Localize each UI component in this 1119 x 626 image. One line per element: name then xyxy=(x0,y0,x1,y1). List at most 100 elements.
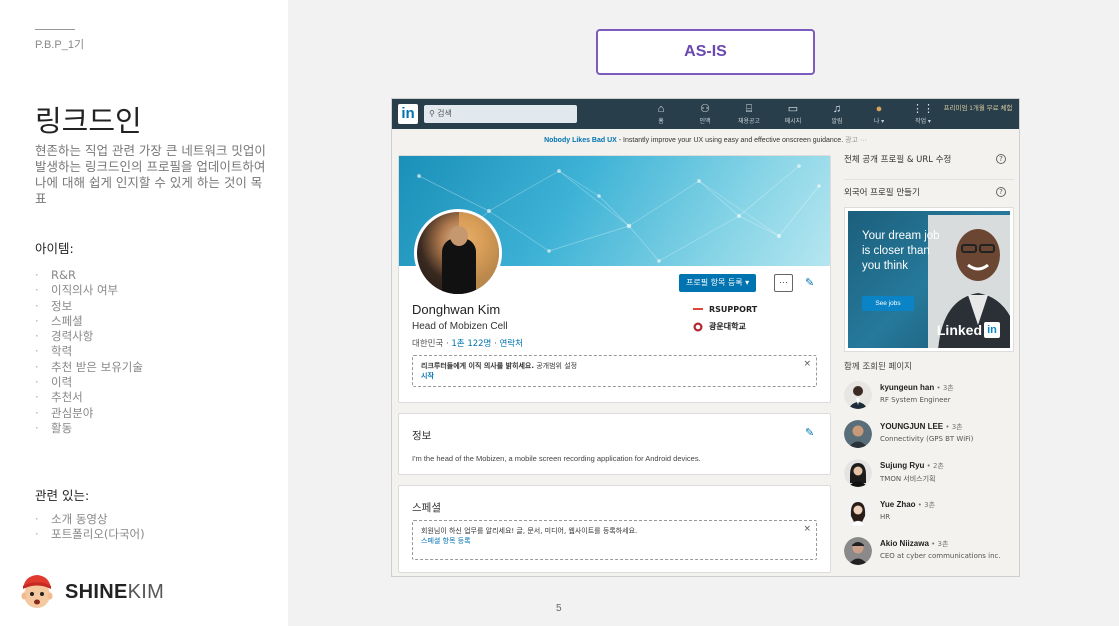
list-item[interactable]: kyungeun han • 3촌 RF System Engineer xyxy=(844,381,1019,411)
recruiter-start-link[interactable]: 시작 xyxy=(421,372,434,380)
open-to-recruiters-box: 리크루터들에게 이직 의사를 밝히세요. 공개범위 설정 시작 × xyxy=(412,355,817,387)
list-item[interactable]: Akio Niizawa • 3촌 CEO at cyber communica… xyxy=(844,537,1019,567)
edit-public-profile-link[interactable]: 전체 공개 프로필 & URL 수정? xyxy=(844,153,1014,180)
jobs-icon: ⌸ xyxy=(745,103,753,115)
list-item: 추천 받은 보유기술 xyxy=(35,360,143,375)
nav-label: 나 ▾ xyxy=(873,119,885,125)
company-name: RSUPPORT xyxy=(709,304,758,314)
school-kwangwoon[interactable]: 광운대학교 xyxy=(693,321,746,332)
profile-avatar[interactable] xyxy=(414,209,502,297)
people-also-viewed-title: 함께 조회된 페이지 xyxy=(844,362,912,372)
add-profile-section-button[interactable]: 프로필 항목 등록 ▾ xyxy=(679,274,757,292)
list-item: 정보 xyxy=(35,299,143,314)
recruiter-text: 리크루터들에게 이직 의사를 밝히세요. xyxy=(421,362,535,370)
messaging-icon: ▭ xyxy=(787,103,799,115)
search-placeholder: 검색 xyxy=(437,109,452,118)
avatar xyxy=(844,381,872,409)
ad-banner[interactable]: Nobody Likes Bad UX - Instantly improve … xyxy=(392,129,1019,153)
related-heading: 관련 있는: xyxy=(35,488,90,503)
list-item: R&R xyxy=(35,268,143,283)
person-title: Connectivity (GPS BT WiFi) xyxy=(880,435,974,443)
person-name: YOUNGJUN LEE xyxy=(880,422,944,431)
featured-add-box: 회원님이 하신 업무를 알리세요! 글, 문서, 미디어, 웹사이트를 등록하세… xyxy=(412,520,817,560)
help-icon[interactable]: ? xyxy=(996,154,1006,164)
profile-name: Donghwan Kim xyxy=(412,302,501,317)
linkedin-jobs-ad[interactable]: Your dream job is closer than you think … xyxy=(844,207,1014,352)
connections-link[interactable]: 1촌 122명 xyxy=(451,339,491,349)
public-profile-label: 전체 공개 프로필 & URL 수정 xyxy=(844,155,952,165)
nav-label: 알림 xyxy=(831,119,843,125)
linkedin-logo[interactable]: in xyxy=(398,104,418,124)
search-icon: ⚲ xyxy=(429,109,438,118)
avatar xyxy=(844,537,872,565)
help-icon[interactable]: ? xyxy=(996,187,1006,197)
person-title: RF System Engineer xyxy=(880,396,951,404)
recruiter-visibility: 공개범위 설정 xyxy=(534,362,578,370)
nav-label: 채용공고 xyxy=(737,119,761,125)
nav-messaging[interactable]: ▭ 메시지 xyxy=(776,103,810,125)
person-title: HR xyxy=(880,513,891,521)
search-input[interactable]: ⚲ 검색 xyxy=(424,105,577,123)
rsupport-logo-icon xyxy=(693,308,703,310)
more-button[interactable]: ··· xyxy=(774,274,793,292)
featured-card: 스페셜 회원님이 하신 업무를 알리세요! 글, 문서, 미디어, 웹사이트를 … xyxy=(398,485,831,573)
add-featured-link[interactable]: 스페셜 항목 등록 xyxy=(421,537,471,545)
nav-work[interactable]: ⋮⋮ 작업 ▾ xyxy=(906,103,940,125)
connection-degree: • 3촌 xyxy=(934,384,954,392)
list-item: 추천서 xyxy=(35,390,143,405)
edit-pencil-icon[interactable]: ✎ xyxy=(805,426,814,439)
person-name: Akio Niizawa xyxy=(880,539,929,548)
shinekim-logo: SHINEKIM xyxy=(17,572,164,612)
nav-label: 홈 xyxy=(658,119,664,125)
nav-jobs[interactable]: ⌸ 채용공고 xyxy=(732,103,766,125)
list-item: 포트폴리오(다국어) xyxy=(35,527,145,542)
slide-description: 현존하는 직업 관련 가장 큰 네트워크 밋업이 발생하는 링크드인의 프로필을… xyxy=(35,143,266,206)
banner-title: Nobody Likes Bad UX xyxy=(544,137,617,144)
nav-network[interactable]: ⚇ 인맥 xyxy=(688,103,722,125)
right-sidebar: 전체 공개 프로필 & URL 수정? 외국어 프로필 만들기? xyxy=(844,153,1014,213)
course-label: P.B.P_1기 xyxy=(35,39,85,51)
me-avatar-icon: ● xyxy=(875,103,883,115)
company-rsupport[interactable]: RSUPPORT xyxy=(693,304,757,314)
list-item[interactable]: Yue Zhao • 3촌 HR xyxy=(844,498,1019,528)
profile-location: 대한민국 xyxy=(412,339,444,349)
close-icon[interactable]: × xyxy=(803,524,811,534)
edit-pencil-icon[interactable]: ✎ xyxy=(805,276,814,289)
person-title: TMON 서비스기획 xyxy=(880,475,936,483)
nav-label: 인맥 xyxy=(699,119,711,125)
list-item[interactable]: YOUNGJUN LEE • 3촌 Connectivity (GPS BT W… xyxy=(844,420,1019,450)
avatar xyxy=(844,498,872,526)
close-icon[interactable]: × xyxy=(803,359,811,369)
asis-label: AS-IS xyxy=(596,29,815,75)
home-icon: ⌂ xyxy=(657,103,665,115)
brand-in-icon: in xyxy=(984,322,1000,338)
connection-degree: • 2촌 xyxy=(924,462,944,470)
list-item: 경력사항 xyxy=(35,329,143,344)
connection-degree: • 3촌 xyxy=(943,423,963,431)
profile-card: 프로필 항목 등록 ▾ ··· ✎ Donghwan Kim Head of M… xyxy=(398,155,831,403)
linkedin-navbar: in ⚲ 검색 ⌂ 홈 ⚇ 인맥 ⌸ 채용공고 ▭ 메시지 ♫ 알림 ● 나 ▾ ⋮⋮ 작업 … xyxy=(392,99,1019,129)
profile-headline: Head of Mobizen Cell xyxy=(412,321,508,332)
about-card: 정보 ✎ I'm the head of the Mobizen, a mobi… xyxy=(398,413,831,475)
nav-label: 작업 ▾ xyxy=(915,119,931,125)
premium-link[interactable]: 프리미엄 1개월 무료 체험 xyxy=(943,105,1013,113)
list-item: 스페셜 xyxy=(35,314,143,329)
school-name: 광운대학교 xyxy=(709,322,746,331)
list-item: 이력 xyxy=(35,375,143,390)
person-name: kyungeun han xyxy=(880,383,935,392)
nav-notifications[interactable]: ♫ 알림 xyxy=(820,103,854,125)
slide-left-panel: P.B.P_1기 링크드인 현존하는 직업 관련 가장 큰 네트워크 밋업이 발… xyxy=(0,0,288,626)
nav-label: 메시지 xyxy=(784,119,802,125)
top-divider xyxy=(35,29,75,30)
nav-me[interactable]: ● 나 ▾ xyxy=(862,103,896,125)
list-item: 이직의사 여부 xyxy=(35,283,143,298)
avatar xyxy=(844,459,872,487)
contact-info-link[interactable]: 연락처 xyxy=(499,339,522,349)
person-title: CEO at cyber communications inc. xyxy=(880,552,1001,560)
list-item[interactable]: Sujung Ryu • 2촌 TMON 서비스기획 xyxy=(844,459,1019,489)
nav-home[interactable]: ⌂ 홈 xyxy=(644,103,678,125)
banner-text: - Instantly improve your UX using easy a… xyxy=(616,137,844,144)
items-list: R&R 이직의사 여부 정보 스페셜 경력사항 학력 추천 받은 보유기술 이력… xyxy=(35,268,143,436)
brand-text: Linked xyxy=(936,322,982,338)
see-jobs-button[interactable]: See jobs xyxy=(862,296,914,311)
